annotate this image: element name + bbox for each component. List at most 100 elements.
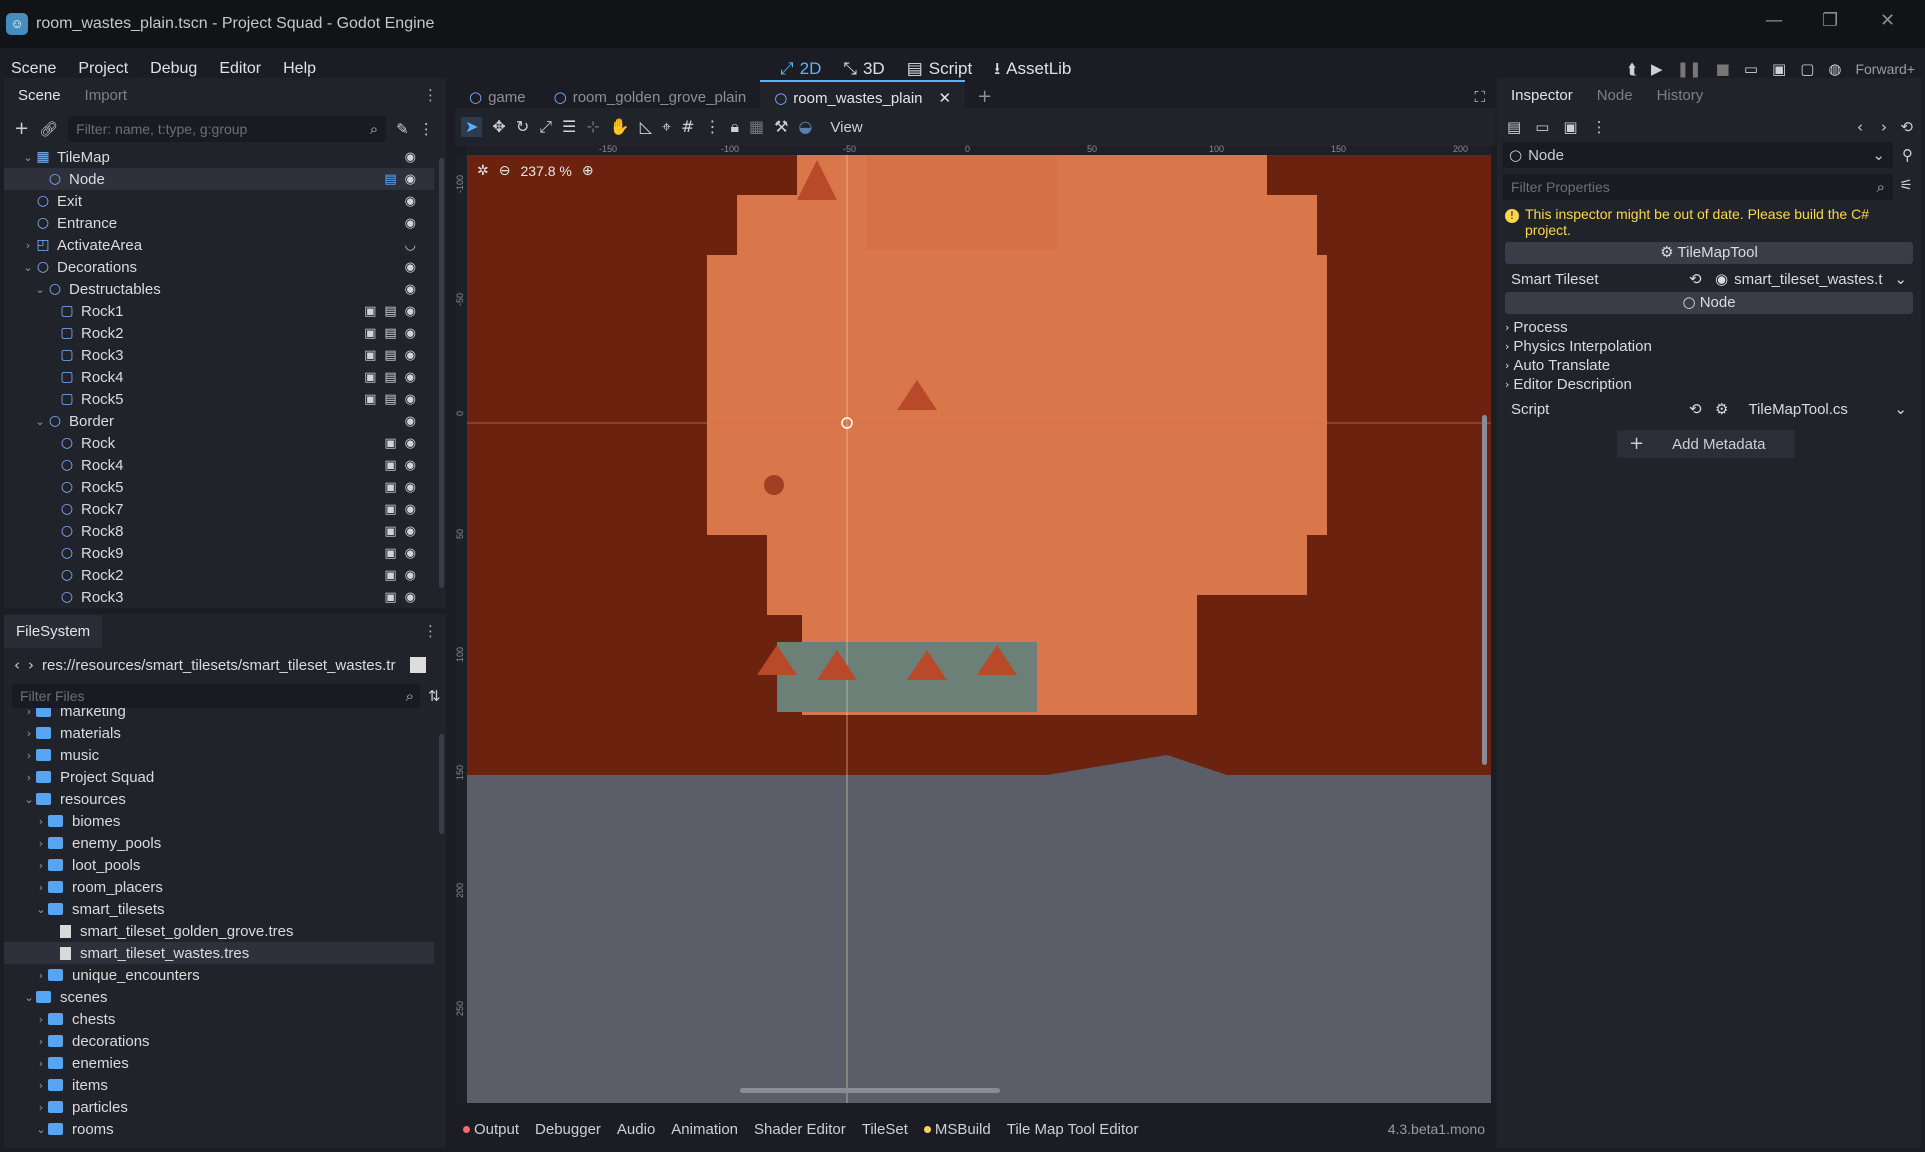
mode-3d-button[interactable]: ⤡ 3D (843, 59, 884, 79)
eye-icon[interactable]: ◉ (405, 151, 416, 164)
node-docs-icon[interactable]: ⚲ (1902, 148, 1913, 163)
sort-icon[interactable]: ⇅ (428, 688, 441, 704)
scene-tree-item[interactable]: ▢ Rock5 ▣ ▤ ◉ (4, 388, 434, 410)
camera-override-icon[interactable]: ◒ (798, 119, 812, 135)
menu-project[interactable]: Project (67, 60, 139, 78)
snap-menu-icon[interactable]: ⋮ (704, 119, 720, 135)
property-group[interactable]: › Editor Description (1505, 375, 1913, 394)
minimize-icon[interactable]: — (1765, 12, 1783, 30)
eye-icon[interactable]: ◉ (405, 349, 416, 362)
chevron-right-icon[interactable]: › (34, 816, 48, 827)
new-resource-icon[interactable]: ▤ (1507, 119, 1521, 135)
fs-folder-item[interactable]: › items (4, 1074, 434, 1096)
scene-tree-item[interactable]: ○ Rock3 ▣ ◉ (4, 586, 434, 608)
script-picker[interactable]: ⚙ TileMapTool.cs ⌄ (1709, 397, 1911, 421)
chevron-right-icon[interactable]: › (34, 1014, 48, 1025)
play-icon[interactable]: ▶ (1651, 61, 1663, 77)
scene-tree-item[interactable]: ○ Node ▤ ◉ (4, 168, 434, 190)
fs-folder-item[interactable]: › music (4, 744, 434, 766)
fs-folder-item[interactable]: ⌄ smart_tilesets (4, 898, 434, 920)
scene-tree-item[interactable]: ○ Rock4 ▣ ◉ (4, 454, 434, 476)
eye-icon[interactable]: ◉ (405, 217, 416, 230)
scene-tree-item[interactable]: ▢ Rock1 ▣ ▤ ◉ (4, 300, 434, 322)
eye-icon[interactable]: ◉ (405, 173, 416, 186)
back-icon[interactable]: ‹ (14, 657, 20, 673)
menu-editor[interactable]: Editor (208, 60, 272, 78)
zoom-out-icon[interactable]: ⊖ (499, 164, 511, 178)
bone-icon[interactable]: ⚒ (774, 119, 788, 135)
history-forward-icon[interactable]: › (1881, 119, 1887, 135)
eye-icon[interactable]: ◉ (405, 195, 416, 208)
eye-icon[interactable]: ◉ (405, 437, 416, 450)
chevron-right-icon[interactable]: › (34, 970, 48, 981)
canvas-v-scrollbar[interactable] (1482, 415, 1487, 765)
close-icon[interactable]: ✕ (1880, 12, 1895, 30)
chevron-right-icon[interactable]: › (22, 772, 36, 783)
remote-debug-icon[interactable]: ⮬ (1628, 61, 1637, 77)
smart-tileset-picker[interactable]: ◉ smart_tileset_wastes.t ⌄ (1709, 267, 1911, 291)
chevron-down-icon[interactable]: ⌄ (22, 992, 36, 1003)
menu-debug[interactable]: Debug (139, 60, 208, 78)
fs-folder-item[interactable]: ⌄ rooms (4, 1118, 434, 1140)
chevron-right-icon[interactable]: › (34, 1102, 48, 1113)
fs-folder-item[interactable]: › materials (4, 722, 434, 744)
property-filter-field[interactable]: Filter Properties ⌕ (1503, 174, 1893, 200)
scene-tree-item[interactable]: ○ Rock9 ▣ ◉ (4, 542, 434, 564)
fs-folder-item[interactable]: › Project Squad (4, 766, 434, 788)
restore-icon[interactable]: ❐ (1822, 12, 1838, 30)
history-back-icon[interactable]: ‹ (1857, 119, 1863, 135)
scene-instance-icon[interactable]: ▣ (364, 371, 376, 384)
scene-menu-icon[interactable]: ⋮ (419, 121, 434, 137)
scene-instance-icon[interactable]: ▣ (364, 305, 376, 318)
pivot-icon[interactable]: ⊹ (586, 119, 599, 135)
chevron-right-icon[interactable]: › (34, 882, 48, 893)
tab-history[interactable]: History (1657, 87, 1704, 104)
fs-folder-item[interactable]: ⌄ scenes (4, 986, 434, 1008)
fs-menu-icon[interactable]: ⋮ (423, 623, 438, 639)
scene-tree-item[interactable]: › ◰ ActivateArea ◡ (4, 234, 434, 256)
visibility-partial-icon[interactable]: ◡ (405, 239, 416, 252)
eye-icon[interactable]: ◉ (405, 415, 416, 428)
chevron-down-icon[interactable]: ⌄ (34, 1124, 48, 1135)
select-tool-icon[interactable]: ➤ (461, 117, 483, 137)
chevron-down-icon[interactable]: ⌄ (22, 794, 36, 805)
scene-tree-item[interactable]: ▢ Rock3 ▣ ▤ ◉ (4, 344, 434, 366)
canvas-h-scrollbar[interactable] (740, 1088, 1000, 1093)
canvas-viewport[interactable]: ✲ ⊖ 237.8 % ⊕ (467, 155, 1491, 1103)
tab-audio[interactable]: Audio (617, 1121, 655, 1138)
forward-icon[interactable]: › (28, 657, 34, 673)
mode-2d-button[interactable]: ⤢ 2D (780, 59, 821, 79)
scene-tree-item[interactable]: ○ Rock2 ▣ ◉ (4, 564, 434, 586)
remote-icon[interactable]: ▭ (1744, 61, 1758, 77)
script-icon[interactable]: ▤ (384, 173, 396, 186)
script-icon[interactable]: ▤ (384, 305, 396, 318)
tab-animation[interactable]: Animation (671, 1121, 738, 1138)
play-custom-scene-icon[interactable]: ▢ (1800, 61, 1814, 77)
scene-tree-item[interactable]: ○ Entrance ◉ (4, 212, 434, 234)
script-icon[interactable]: ▤ (384, 371, 396, 384)
chevron-right-icon[interactable]: › (22, 750, 36, 761)
scene-instance-icon[interactable]: ▣ (364, 393, 376, 406)
chevron-right-icon[interactable]: › (34, 860, 48, 871)
add-node-icon[interactable]: + (14, 120, 29, 138)
eye-icon[interactable]: ◉ (405, 503, 416, 516)
close-tab-icon[interactable]: ✕ (939, 90, 952, 106)
revert-icon[interactable]: ⟲ (1689, 401, 1702, 417)
chevron-right-icon[interactable]: › (34, 838, 48, 849)
extra-menu-icon[interactable]: ⋮ (1592, 119, 1607, 135)
save-resource-icon[interactable]: ▣ (1563, 119, 1577, 135)
tab-tileset[interactable]: TileSet (862, 1121, 908, 1138)
chevron-right-icon[interactable]: › (34, 1036, 48, 1047)
eye-icon[interactable]: ◉ (405, 569, 416, 582)
eye-icon[interactable]: ◉ (405, 591, 416, 604)
eye-icon[interactable]: ◉ (405, 305, 416, 318)
distraction-free-icon[interactable]: ⛶ (1474, 89, 1485, 105)
chevron-right-icon[interactable]: › (34, 1058, 48, 1069)
scene-instance-icon[interactable]: ▣ (364, 327, 376, 340)
scene-tree-item[interactable]: ⌄ ○ Decorations ◉ (4, 256, 434, 278)
zoom-level[interactable]: 237.8 % (520, 163, 571, 179)
tab-tile-map-tool-editor[interactable]: Tile Map Tool Editor (1007, 1121, 1139, 1138)
fs-folder-item[interactable]: › marketing (4, 708, 434, 722)
pause-icon[interactable]: ❚❚ (1676, 61, 1701, 77)
scale-tool-icon[interactable]: ⤢ (539, 119, 552, 135)
